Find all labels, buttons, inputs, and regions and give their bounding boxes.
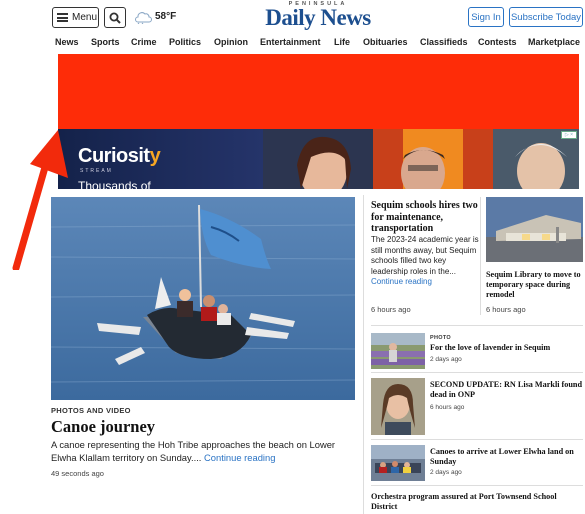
column-divider: [363, 195, 364, 514]
canoe-photo: [51, 197, 355, 400]
nav-item-sports[interactable]: Sports: [91, 37, 120, 47]
story-headline[interactable]: Orchestra program assured at Port Townse…: [371, 492, 583, 512]
divider: [371, 372, 583, 373]
nav-item-contests[interactable]: Contests: [478, 37, 517, 47]
site-logo[interactable]: PENINSULA Daily News: [250, 1, 386, 29]
list-item-title[interactable]: SECOND UPDATE: RN Lisa Markli found dead…: [430, 380, 584, 400]
advertisement-red-block[interactable]: [58, 54, 579, 129]
menu-button[interactable]: Menu: [52, 7, 99, 28]
story-headline[interactable]: Sequim Library to move to temporary spac…: [486, 270, 584, 300]
search-button[interactable]: [104, 7, 126, 28]
main-story-kicker: PHOTOS AND VIDEO: [51, 406, 131, 415]
nav-item-obituaries[interactable]: Obituaries: [363, 37, 408, 47]
banner-photos: [263, 129, 579, 189]
nav-item-marketplace[interactable]: Marketplace: [528, 37, 580, 47]
main-nav: News Sports Crime Politics Opinion Enter…: [0, 37, 585, 51]
list-item-image[interactable]: [371, 445, 425, 481]
nav-item-classifieds[interactable]: Classifieds: [420, 37, 468, 47]
search-icon: [109, 12, 121, 24]
list-item-image[interactable]: [371, 333, 425, 369]
main-story-time: 49 seconds ago: [51, 469, 104, 478]
story-time: 6 hours ago: [486, 305, 526, 314]
main-story-headline[interactable]: Canoe journey: [51, 417, 155, 437]
advertisement-banner[interactable]: Curiosity STREAM Thousands of ▷ ×: [58, 129, 579, 189]
list-item-kicker: PHOTO: [430, 335, 451, 341]
lavender-photo: [371, 333, 425, 369]
hamburger-icon: [57, 13, 68, 22]
list-item-time: 6 hours ago: [430, 404, 465, 411]
story-continue-link[interactable]: Continue reading: [371, 277, 432, 286]
weather-temperature: 58°F: [155, 10, 177, 22]
list-item-title[interactable]: For the love of lavender in Sequim: [430, 343, 584, 353]
weather-widget[interactable]: 58°F: [134, 8, 176, 24]
sign-in-button[interactable]: Sign In: [468, 7, 504, 27]
banner-brand: Curiosity: [78, 145, 161, 167]
story-divider: [480, 197, 481, 315]
nav-item-opinion[interactable]: Opinion: [214, 37, 248, 47]
ad-choices-icon[interactable]: ▷ ×: [561, 131, 577, 139]
list-item-image[interactable]: [371, 378, 425, 435]
list-item-time: 2 days ago: [430, 356, 462, 363]
list-item-time: 2 days ago: [430, 469, 462, 476]
nav-item-entertainment[interactable]: Entertainment: [260, 37, 321, 47]
story-headline[interactable]: Sequim schools hires two for maintenance…: [371, 200, 479, 235]
story-summary: The 2023-24 academic year is still month…: [371, 235, 479, 286]
main-story-summary: A canoe representing the Hoh Tribe appro…: [51, 439, 336, 463]
library-photo: [486, 197, 583, 262]
subscribe-button[interactable]: Subscribe Today: [509, 7, 583, 27]
main-story-continue-link[interactable]: Continue reading: [204, 452, 275, 463]
partly-cloudy-icon: [135, 12, 152, 24]
nav-item-life[interactable]: Life: [334, 37, 350, 47]
nav-item-politics[interactable]: Politics: [169, 37, 201, 47]
divider: [371, 325, 583, 326]
logo-title: Daily News: [265, 5, 371, 30]
banner-tagline: Thousands of: [78, 179, 151, 189]
library-story-image[interactable]: [486, 197, 583, 262]
nav-item-crime[interactable]: Crime: [131, 37, 157, 47]
divider: [371, 439, 583, 440]
main-story-image[interactable]: [51, 197, 355, 400]
divider: [371, 485, 583, 486]
site-header: Menu 58°F PENINSULA Daily News Sign In S…: [0, 1, 585, 31]
list-item-title[interactable]: Canoes to arrive at Lower Elwha land on …: [430, 447, 584, 467]
story-time: 6 hours ago: [371, 305, 411, 314]
banner-stream-label: STREAM: [80, 168, 113, 174]
portrait-photo: [371, 378, 425, 435]
menu-label: Menu: [72, 12, 98, 23]
nav-item-news[interactable]: News: [55, 37, 79, 47]
canoes-photo: [371, 445, 425, 481]
